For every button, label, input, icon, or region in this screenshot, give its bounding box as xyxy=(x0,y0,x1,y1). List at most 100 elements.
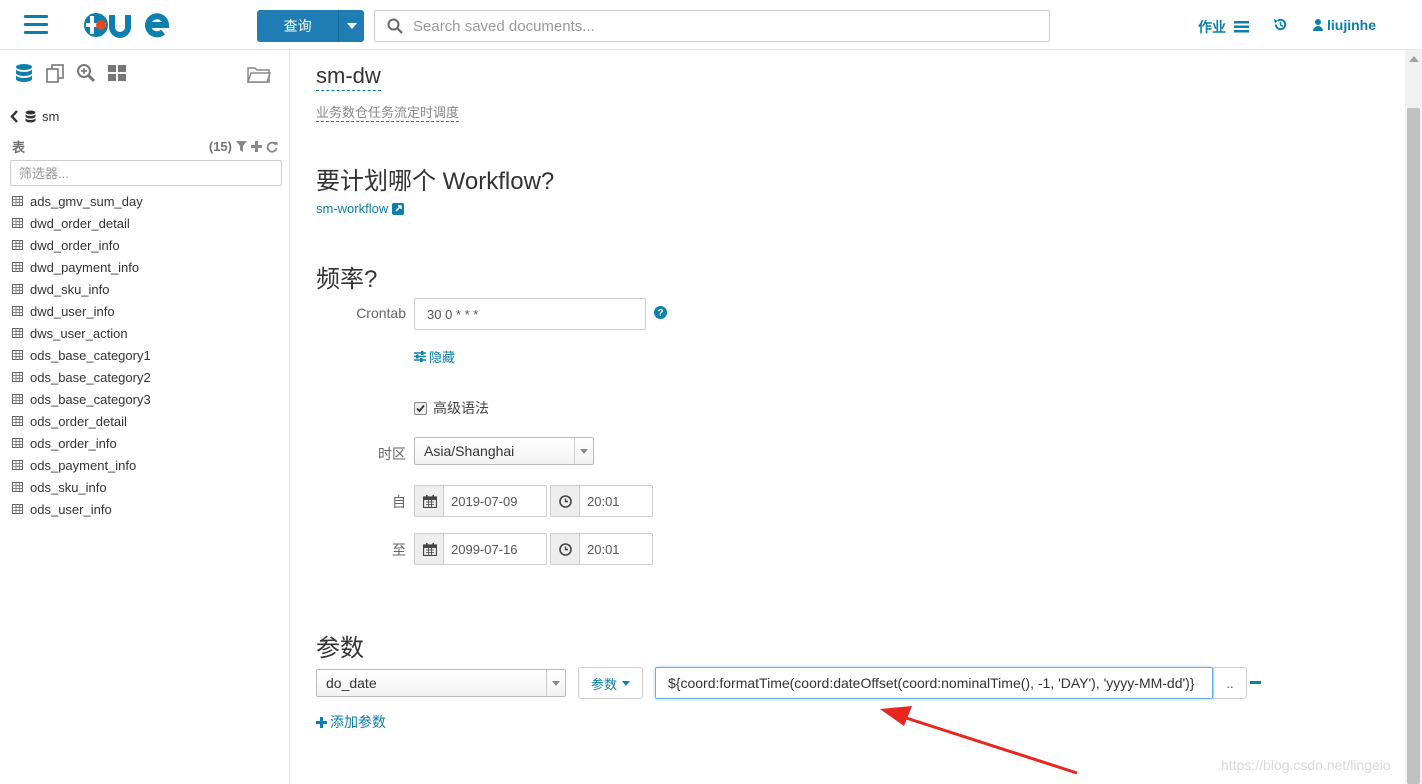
advanced-syntax-checkbox[interactable]: 高级语法 xyxy=(414,398,489,418)
tables-header: 表 (15) xyxy=(12,137,278,156)
table-filter-field[interactable] xyxy=(10,160,282,186)
vertical-scrollbar[interactable] xyxy=(1405,50,1422,784)
dropdown-arrow-icon[interactable] xyxy=(574,438,593,464)
end-date-field[interactable]: 2099-07-16 xyxy=(443,533,547,565)
param-picker-button[interactable]: .. xyxy=(1213,667,1247,699)
workflow-link[interactable]: sm-workflow xyxy=(316,201,405,216)
coordinator-description[interactable]: 业务数仓任务流定时调度 xyxy=(316,102,460,122)
grid-icon[interactable] xyxy=(107,63,127,83)
timezone-value: Asia/Shanghai xyxy=(424,443,515,459)
end-time-field[interactable]: 20:01 xyxy=(579,533,653,565)
frequency-heading: 频率? xyxy=(316,266,378,293)
remove-param-icon[interactable] xyxy=(1250,681,1261,684)
table-filter-input[interactable] xyxy=(17,161,271,185)
table-name: ods_order_detail xyxy=(30,413,127,429)
filter-icon[interactable] xyxy=(236,141,247,152)
end-date-value: 2099-07-16 xyxy=(451,541,518,557)
dropdown-arrow-icon[interactable] xyxy=(546,670,565,696)
search-bar[interactable] xyxy=(374,10,1050,42)
help-icon[interactable]: ? xyxy=(654,306,667,319)
table-list-item[interactable]: dwd_sku_info xyxy=(12,278,151,300)
tasks-icon xyxy=(1234,21,1249,33)
clock-icon[interactable] xyxy=(550,485,580,517)
tables-count: (15) xyxy=(208,139,232,154)
table-icon xyxy=(12,218,23,228)
caret-down-icon[interactable] xyxy=(338,10,364,42)
scroll-up-arrow-icon[interactable] xyxy=(1409,56,1419,62)
table-list-item[interactable]: ods_order_detail xyxy=(12,410,151,432)
timezone-select[interactable]: Asia/Shanghai xyxy=(414,437,594,465)
add-param-link[interactable]: 添加参数 xyxy=(316,712,386,732)
jobs-label: 作业 xyxy=(1198,19,1226,35)
start-label: 自 xyxy=(392,494,406,510)
table-list-item[interactable]: dwd_payment_info xyxy=(12,256,151,278)
table-list-item[interactable]: ads_gmv_sum_day xyxy=(12,190,151,212)
end-label: 至 xyxy=(392,542,406,558)
checkbox-checked-icon[interactable] xyxy=(414,401,427,415)
table-list-item[interactable]: ods_order_info xyxy=(12,432,151,454)
table-icon xyxy=(12,306,23,316)
query-button[interactable]: 查询 xyxy=(257,10,364,42)
table-icon xyxy=(12,196,23,206)
search-input[interactable] xyxy=(411,16,1015,36)
table-list-item[interactable]: dwd_user_info xyxy=(12,300,151,322)
calendar-icon[interactable] xyxy=(414,485,444,517)
coordinator-name[interactable]: sm-dw xyxy=(316,63,381,91)
user-menu[interactable]: liujinhe xyxy=(1313,17,1376,33)
menu-icon[interactable] xyxy=(24,15,48,35)
crontab-value: 30 0 * * * xyxy=(427,306,479,322)
table-list-item[interactable]: dwd_order_detail xyxy=(12,212,151,234)
table-list-item[interactable]: ods_base_category1 xyxy=(12,344,151,366)
hide-link[interactable]: 隐藏 xyxy=(414,347,455,366)
history-icon[interactable] xyxy=(1273,17,1288,32)
table-list-item[interactable]: dws_user_action xyxy=(12,322,151,344)
documents-icon[interactable] xyxy=(45,63,65,83)
scrollbar-thumb[interactable] xyxy=(1407,108,1420,784)
table-name: ods_base_category3 xyxy=(30,391,151,407)
table-list-item[interactable]: ods_base_category3 xyxy=(12,388,151,410)
param-name-select[interactable]: do_date xyxy=(316,669,566,697)
param-value-input[interactable]: ${coord:formatTime(coord:dateOffset(coor… xyxy=(655,667,1213,699)
start-time-value: 20:01 xyxy=(587,493,620,509)
zoom-search-icon[interactable] xyxy=(76,63,96,83)
advanced-syntax-label: 高级语法 xyxy=(433,400,489,416)
calendar-icon[interactable] xyxy=(414,533,444,565)
add-param-label: 添加参数 xyxy=(330,714,386,730)
refresh-icon[interactable] xyxy=(266,141,278,153)
crontab-field[interactable]: 30 0 * * * xyxy=(414,298,646,330)
table-name: ods_user_info xyxy=(30,501,112,517)
workflow-link-label: sm-workflow xyxy=(316,201,389,216)
start-date-field[interactable]: 2019-07-09 xyxy=(443,485,547,517)
start-date-value: 2019-07-09 xyxy=(451,493,518,509)
param-value-text: ${coord:formatTime(coord:dateOffset(coor… xyxy=(668,675,1195,691)
clock-icon[interactable] xyxy=(550,533,580,565)
start-time-field[interactable]: 20:01 xyxy=(579,485,653,517)
table-list-item[interactable]: ods_payment_info xyxy=(12,454,151,476)
table-name: ods_sku_info xyxy=(30,479,107,495)
hide-link-label: 隐藏 xyxy=(429,350,456,365)
table-list-item[interactable]: ods_base_category2 xyxy=(12,366,151,388)
table-list-item[interactable]: dwd_order_info xyxy=(12,234,151,256)
chevron-left-icon[interactable] xyxy=(10,110,19,123)
table-list-item[interactable]: ods_user_info xyxy=(12,498,151,520)
database-icon xyxy=(25,110,36,123)
folder-open-icon[interactable] xyxy=(247,64,271,84)
username: liujinhe xyxy=(1327,17,1376,33)
hue-logo[interactable] xyxy=(82,9,182,41)
table-name: ods_base_category1 xyxy=(30,347,151,363)
database-icon[interactable] xyxy=(14,63,34,83)
jobs-link[interactable]: 作业 xyxy=(1198,17,1249,37)
table-list-item[interactable]: ods_sku_info xyxy=(12,476,151,498)
table-icon xyxy=(12,460,23,470)
param-type-button[interactable]: 参数 xyxy=(578,667,643,699)
table-name: ods_payment_info xyxy=(30,457,137,473)
table-icon xyxy=(12,416,23,426)
timezone-label: 时区 xyxy=(378,446,406,462)
table-icon xyxy=(12,504,23,514)
search-icon xyxy=(387,18,403,34)
plus-icon[interactable] xyxy=(251,141,262,152)
database-breadcrumb[interactable]: sm xyxy=(10,109,59,124)
annotation-arrow xyxy=(880,706,1078,775)
table-icon xyxy=(12,394,23,404)
end-time-value: 20:01 xyxy=(587,541,620,557)
